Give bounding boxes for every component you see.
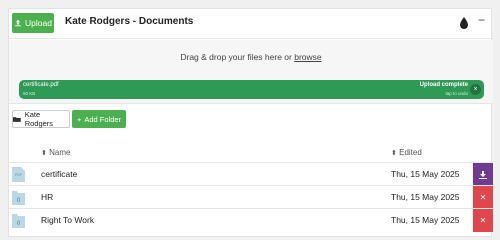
column-header-name[interactable]: ⬍ Name [41, 148, 70, 157]
uploaded-file-item[interactable]: certificate.pdf 50 KB Upload complete ta… [19, 80, 484, 99]
file-icon: PDF [12, 167, 25, 182]
download-button[interactable] [473, 163, 493, 186]
upload-status: Upload complete [419, 82, 468, 88]
column-edited-label: Edited [399, 148, 422, 157]
minimize-button[interactable]: − [478, 13, 485, 27]
browse-link[interactable]: browse [294, 52, 321, 62]
upload-label: Upload [25, 18, 52, 28]
delete-button[interactable]: ✕ [473, 186, 493, 209]
close-icon[interactable]: × [470, 84, 481, 95]
upload-button[interactable]: Upload [12, 13, 54, 33]
row-name: certificate [41, 169, 78, 179]
upload-icon [15, 19, 21, 27]
file-dropzone[interactable]: Drag & drop your files here or browse ce… [9, 40, 493, 104]
dropzone-text: Drag & drop your files here or browse [9, 52, 493, 62]
sort-icon: ⬍ [391, 150, 397, 157]
sort-icon: ⬍ [41, 150, 47, 157]
add-folder-button[interactable]: + Add Folder [72, 110, 126, 128]
folder-breadcrumb[interactable]: Kate Rodgers [12, 110, 70, 128]
uploaded-file-name: certificate.pdf [23, 82, 59, 88]
documents-panel: Upload Kate Rodgers - Documents − Drag &… [8, 8, 493, 237]
row-date: Thu, 15 May 2025 [391, 169, 460, 179]
row-date: Thu, 15 May 2025 [391, 215, 460, 225]
row-name: Right To Work [41, 215, 95, 225]
delete-icon: ✕ [479, 193, 487, 202]
folder-icon: 0 [12, 191, 25, 205]
column-name-label: Name [49, 148, 71, 157]
delete-icon: ✕ [479, 216, 487, 225]
droplet-icon[interactable] [460, 17, 468, 29]
add-folder-label: Add Folder [84, 114, 122, 124]
download-icon [479, 170, 487, 179]
uploaded-file-size: 50 KB [23, 91, 36, 96]
file-type-badge: PDF [15, 173, 22, 177]
page-title: Kate Rodgers - Documents [65, 16, 194, 27]
delete-button[interactable]: ✕ [473, 209, 493, 232]
table-row[interactable]: PDF certificate Thu, 15 May 2025 [9, 162, 493, 186]
row-name: HR [41, 192, 54, 202]
column-header-edited[interactable]: ⬍ Edited [391, 148, 422, 157]
table-row[interactable]: 0 HR Thu, 15 May 2025 ✕ [9, 185, 493, 209]
breadcrumb-label: Kate Rodgers [24, 110, 54, 128]
folder-icon: 0 [12, 214, 25, 228]
table-row[interactable]: 0 Right To Work Thu, 15 May 2025 ✕ [9, 208, 493, 232]
dropzone-prompt: Drag & drop your files here or [180, 52, 295, 62]
plus-icon: + [76, 114, 82, 124]
row-date: Thu, 15 May 2025 [391, 192, 460, 202]
undo-hint[interactable]: tap to undo [445, 91, 468, 96]
folder-open-icon [13, 116, 21, 122]
panel-header: Upload Kate Rodgers - Documents − [9, 9, 493, 39]
